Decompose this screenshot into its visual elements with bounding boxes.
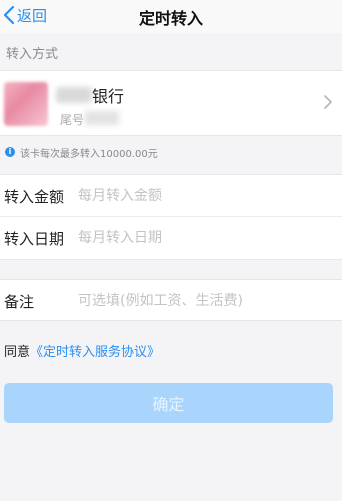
transfer-method-label: 转入方式: [6, 47, 59, 62]
bank-name: 银行: [92, 87, 125, 106]
amount-input[interactable]: [78, 184, 328, 208]
memo-label: 备注: [4, 293, 35, 311]
date-label: 转入日期: [4, 230, 65, 248]
bank-logo: [4, 82, 48, 126]
nav-bar: 返回 定时转入: [0, 0, 342, 33]
date-row: 转入日期: [0, 217, 342, 259]
amount-label: 转入金额: [4, 188, 65, 206]
bank-card-selector[interactable]: 银行 尾号: [0, 70, 342, 136]
agreement-prefix: 同意: [4, 345, 31, 360]
chevron-right-icon: [324, 95, 332, 109]
bank-name-redacted: [56, 87, 92, 103]
amount-row: 转入金额: [0, 175, 342, 217]
agreement-link[interactable]: 《定时转入服务协议》: [30, 345, 160, 360]
info-icon: i: [5, 147, 15, 157]
memo-input[interactable]: [78, 289, 328, 313]
confirm-button[interactable]: 确定: [4, 383, 333, 423]
transfer-form: 转入金额 转入日期: [0, 174, 342, 260]
page-title: 定时转入: [138, 9, 203, 28]
transfer-limit-text: 该卡每次最多转入10000.00元: [20, 148, 158, 160]
agreement: 同意《定时转入服务协议》: [4, 341, 160, 360]
date-input[interactable]: [78, 226, 328, 250]
card-tail-label: 尾号: [60, 113, 85, 127]
transfer-limit-note: i 该卡每次最多转入10000.00元: [5, 145, 158, 160]
card-tail-redacted: [85, 111, 119, 125]
memo-row: 备注: [0, 279, 342, 321]
